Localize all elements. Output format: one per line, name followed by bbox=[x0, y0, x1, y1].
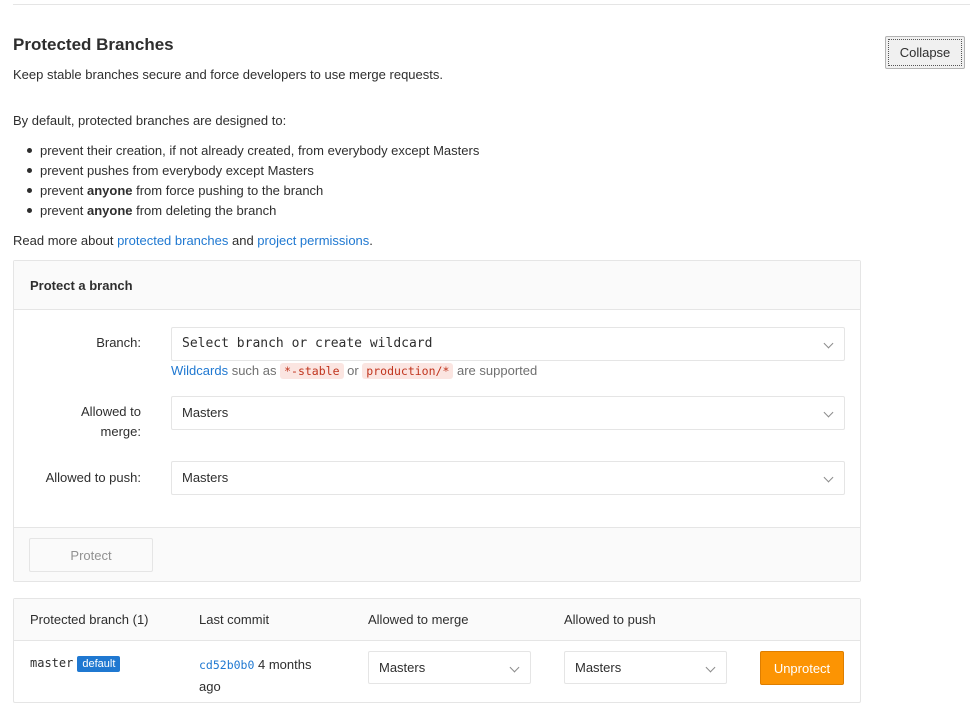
page-subtitle: Keep stable branches secure and force de… bbox=[13, 67, 443, 82]
allowed-to-push-select[interactable]: Masters bbox=[171, 461, 845, 495]
protect-branch-panel: Protect a branch Branch: Select branch o… bbox=[13, 260, 861, 582]
top-divider bbox=[13, 4, 970, 5]
chevron-down-icon bbox=[823, 472, 834, 483]
column-header: Allowed to merge bbox=[368, 612, 469, 627]
row-allowed-to-merge-select[interactable]: Masters bbox=[368, 651, 531, 684]
list-item: prevent their creation, if not already c… bbox=[26, 143, 479, 163]
allowed-to-push-value: Masters bbox=[182, 470, 229, 485]
chevron-down-icon bbox=[823, 407, 834, 418]
page-title: Protected Branches bbox=[13, 35, 174, 54]
branch-cell: master default bbox=[30, 655, 121, 672]
allowed-to-merge-value: Masters bbox=[182, 405, 229, 420]
branch-label: Branch: bbox=[96, 335, 141, 350]
wildcard-example: production/* bbox=[362, 363, 454, 379]
intro-text: By default, protected branches are desig… bbox=[13, 113, 287, 128]
chevron-down-icon bbox=[705, 662, 716, 673]
column-header: Last commit bbox=[199, 612, 270, 627]
protected-branches-table: Protected branch (1) Last commit Allowed… bbox=[13, 598, 861, 703]
collapse-button[interactable]: Collapse bbox=[885, 36, 965, 69]
allowed-to-merge-label: Allowed to merge: bbox=[81, 404, 141, 439]
row-merge-value: Masters bbox=[379, 660, 426, 675]
table-header: Protected branch (1) Last commit Allowed… bbox=[14, 599, 860, 641]
protected-branches-link[interactable]: protected branches bbox=[117, 233, 228, 248]
list-item: prevent anyone from deleting the branch bbox=[26, 203, 479, 223]
protect-button[interactable]: Protect bbox=[29, 538, 153, 572]
list-item: prevent pushes from everybody except Mas… bbox=[26, 163, 479, 183]
emphasis: anyone bbox=[86, 203, 133, 218]
readmore-text: Read more about protected branches and p… bbox=[13, 233, 373, 248]
chevron-down-icon bbox=[509, 662, 520, 673]
wildcards-link[interactable]: Wildcards bbox=[171, 363, 228, 378]
commit-sha-link[interactable]: cd52b0b0 bbox=[199, 658, 254, 672]
row-allowed-to-push-select[interactable]: Masters bbox=[564, 651, 727, 684]
column-header: Allowed to push bbox=[564, 612, 656, 627]
allowed-to-merge-select[interactable]: Masters bbox=[171, 396, 845, 430]
wildcard-help: Wildcards such as *-stable or production… bbox=[171, 363, 538, 379]
last-commit-cell: cd52b0b0 4 months ago bbox=[199, 654, 311, 697]
column-header: Protected branch (1) bbox=[30, 612, 149, 627]
branch-select[interactable]: Select branch or create wildcard bbox=[171, 327, 845, 361]
commit-time: ago bbox=[199, 679, 221, 694]
list-item: prevent anyone from force pushing to the… bbox=[26, 183, 479, 203]
panel-heading: Protect a branch bbox=[30, 278, 133, 293]
rules-list: prevent their creation, if not already c… bbox=[26, 143, 479, 223]
unprotect-button[interactable]: Unprotect bbox=[760, 651, 844, 685]
row-push-value: Masters bbox=[575, 660, 622, 675]
wildcard-example: *-stable bbox=[280, 363, 344, 379]
emphasis: anyone bbox=[86, 183, 133, 198]
chevron-down-icon bbox=[823, 338, 834, 349]
default-badge: default bbox=[77, 656, 121, 672]
panel-header: Protect a branch bbox=[14, 261, 860, 310]
commit-time: 4 months bbox=[254, 657, 312, 672]
allowed-to-push-label: Allowed to push: bbox=[45, 470, 141, 485]
panel-footer: Protect bbox=[14, 527, 860, 581]
branch-name: master bbox=[30, 656, 74, 670]
project-permissions-link[interactable]: project permissions bbox=[257, 233, 369, 248]
branch-select-placeholder: Select branch or create wildcard bbox=[182, 336, 433, 351]
